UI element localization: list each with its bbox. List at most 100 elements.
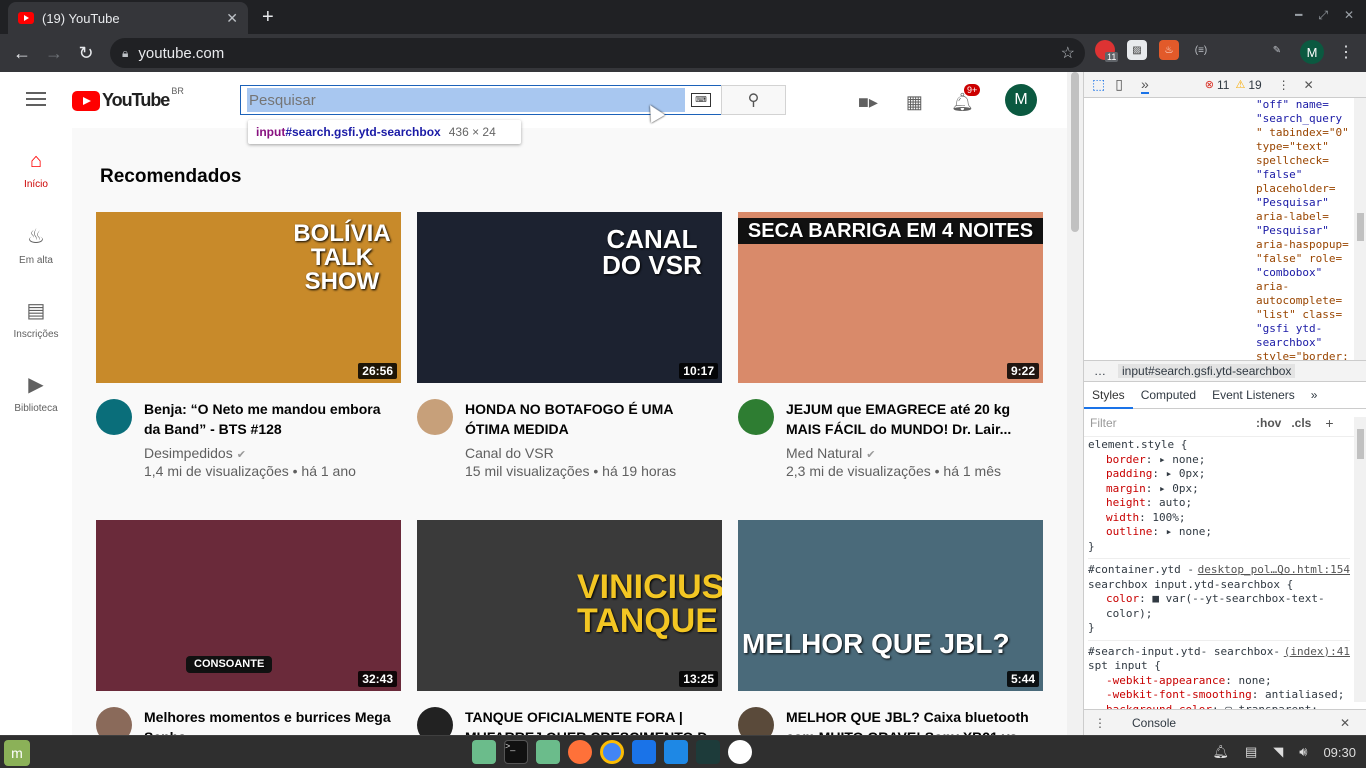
video-card[interactable]: BOLÍVIA TALK SHOW 26:56 Benja: “O Neto me … bbox=[96, 212, 401, 479]
channel-name[interactable]: Desimpedidos ✔ bbox=[144, 445, 246, 461]
device-toggle-icon[interactable]: ▯ bbox=[1115, 76, 1123, 93]
style-property[interactable]: -webkit-appearance: none; bbox=[1088, 674, 1350, 689]
source-line[interactable]: type="text" bbox=[1256, 140, 1352, 154]
source-line[interactable]: "off" name= bbox=[1256, 98, 1352, 112]
cls-toggle[interactable]: .cls bbox=[1291, 416, 1311, 430]
video-title[interactable]: JEJUM que EMAGRECE até 20 kg MAIS FÁCIL … bbox=[786, 399, 1041, 439]
more-tabs-icon[interactable]: » bbox=[1140, 76, 1149, 94]
video-card[interactable]: MELHOR QUE JBL? 5:44 MELHOR QUE JBL? Caixa… bbox=[738, 520, 1043, 735]
filter-input[interactable]: Filter bbox=[1090, 416, 1250, 430]
rule-source-link[interactable]: desktop_pol…Qo.html:154 bbox=[1198, 563, 1350, 578]
keyboard-icon[interactable]: ⌨ bbox=[691, 93, 711, 107]
create-video-icon[interactable]: ■▸ bbox=[858, 92, 878, 113]
search-input[interactable] bbox=[247, 88, 685, 112]
sidebar-item-inscricoes[interactable]: ▤ Inscrições bbox=[0, 298, 72, 340]
clock[interactable]: 09:30 bbox=[1323, 745, 1356, 760]
source-line[interactable]: " tabindex="0" bbox=[1256, 126, 1352, 140]
style-property[interactable]: margin: ▸ 0px; bbox=[1088, 482, 1350, 497]
bluetooth-icon[interactable] bbox=[632, 740, 656, 764]
extension-image-icon[interactable]: ▨ bbox=[1127, 40, 1147, 60]
tab-youtube[interactable]: (19) YouTube ✕ bbox=[8, 2, 248, 34]
youtube-logo[interactable]: YouTube BR bbox=[72, 86, 184, 111]
minimize-icon[interactable]: ━ bbox=[1295, 8, 1302, 23]
files-icon[interactable] bbox=[472, 740, 496, 764]
sidebar-item-biblioteca[interactable]: ▶ Biblioteca bbox=[0, 372, 72, 414]
video-card[interactable]: CONSOANTE 32:43 Melhores momentos e burric… bbox=[96, 520, 401, 735]
network-icon[interactable]: ◥ bbox=[1273, 744, 1283, 760]
devtools-menu-icon[interactable]: ⋮ bbox=[1278, 78, 1290, 92]
video-title[interactable]: Benja: “O Neto me mandou embora da Band”… bbox=[144, 399, 399, 439]
source-line[interactable]: style="border: bbox=[1256, 350, 1352, 360]
style-property[interactable]: -webkit-font-smoothing: antialiased; bbox=[1088, 688, 1350, 703]
channel-name[interactable]: Canal do VSR bbox=[465, 445, 554, 461]
drawer-menu-icon[interactable]: ⋮ bbox=[1094, 716, 1106, 730]
extension-1[interactable]: 11 bbox=[1095, 40, 1119, 62]
video-card[interactable]: CANAL DO VSR 10:17 HONDA NO BOTAFOGO É UMA… bbox=[417, 212, 722, 479]
style-property[interactable]: border: ▸ none; bbox=[1088, 453, 1350, 468]
hov-toggle[interactable]: :hov bbox=[1256, 416, 1281, 430]
address-bar[interactable]: 🔒︎ youtube.com ☆ bbox=[110, 38, 1085, 68]
video-thumbnail[interactable]: VINICIUS TANQUE 13:25 bbox=[417, 520, 722, 691]
apps-grid-icon[interactable]: ▦ bbox=[906, 92, 923, 113]
account-avatar[interactable]: M bbox=[1005, 84, 1037, 116]
source-line[interactable]: searchbox" bbox=[1256, 336, 1352, 350]
style-property[interactable]: width: 100%; bbox=[1088, 511, 1350, 526]
clipboard-icon[interactable]: ▤ bbox=[1245, 744, 1257, 760]
video-title[interactable]: MELHOR QUE JBL? Caixa bluetooth com MUIT… bbox=[786, 707, 1041, 735]
vscode-icon[interactable] bbox=[664, 740, 688, 764]
sidebar-item-inicio[interactable]: ⌂ Início bbox=[0, 150, 72, 190]
video-title[interactable]: Melhores momentos e burrices Mega Senha bbox=[144, 707, 399, 735]
search-button[interactable]: ⚲ bbox=[721, 85, 786, 115]
video-title[interactable]: TANQUE OFICIALMENTE FORA | MUFARREJ QUER… bbox=[465, 707, 720, 735]
tab-event-listeners[interactable]: Event Listeners bbox=[1204, 382, 1303, 409]
channel-avatar[interactable] bbox=[417, 707, 453, 735]
profile-avatar[interactable]: M bbox=[1300, 40, 1324, 64]
source-line[interactable]: aria-label= bbox=[1256, 210, 1352, 224]
channel-avatar[interactable] bbox=[96, 707, 132, 735]
sidebar-item-em-alta[interactable]: ♨ Em alta bbox=[0, 224, 72, 266]
drawer-close-icon[interactable]: ✕ bbox=[1340, 716, 1350, 730]
video-thumbnail[interactable]: CONSOANTE 32:43 bbox=[96, 520, 401, 691]
source-line[interactable]: "combobox" bbox=[1256, 266, 1352, 280]
menu-icon[interactable] bbox=[26, 92, 46, 110]
app-icon[interactable] bbox=[696, 740, 720, 764]
tab-styles[interactable]: Styles bbox=[1084, 382, 1133, 409]
page-scrollbar[interactable] bbox=[1067, 72, 1083, 735]
warning-count[interactable]: 19 bbox=[1248, 78, 1261, 92]
restore-icon[interactable]: ⤢ bbox=[1318, 8, 1328, 23]
source-scrollbar[interactable] bbox=[1354, 98, 1366, 360]
video-thumbnail[interactable]: SECA BARRIGA EM 4 NOITES 9:22 bbox=[738, 212, 1043, 383]
more-subtabs-icon[interactable]: » bbox=[1303, 382, 1326, 409]
volume-icon[interactable]: 🔊︎ bbox=[1299, 744, 1307, 760]
notifications-icon[interactable]: 🔔︎ bbox=[1212, 744, 1229, 760]
source-line[interactable]: "false" bbox=[1256, 168, 1352, 182]
source-line[interactable]: "search_query bbox=[1256, 112, 1352, 126]
close-window-icon[interactable]: ✕ bbox=[1344, 8, 1354, 23]
style-property[interactable]: outline: ▸ none; bbox=[1088, 525, 1350, 540]
video-title[interactable]: HONDA NO BOTAFOGO É UMA ÓTIMA MEDIDA bbox=[465, 399, 720, 439]
style-property[interactable]: height: auto; bbox=[1088, 496, 1350, 511]
source-line[interactable]: aria-haspopup= bbox=[1256, 238, 1352, 252]
mint-menu-icon[interactable]: m bbox=[4, 740, 30, 766]
breadcrumb-element[interactable]: input#search.gsfi.ytd-searchbox bbox=[1118, 364, 1296, 378]
source-line[interactable]: "gsfi ytd- bbox=[1256, 322, 1352, 336]
style-property[interactable]: color: ■ var(--yt-searchbox-text-color); bbox=[1088, 592, 1350, 621]
error-count[interactable]: 11 bbox=[1217, 78, 1229, 92]
folder-icon[interactable] bbox=[536, 740, 560, 764]
video-thumbnail[interactable]: MELHOR QUE JBL? 5:44 bbox=[738, 520, 1043, 691]
rule-selector[interactable]: element.style { bbox=[1088, 438, 1350, 453]
source-line[interactable]: "Pesquisar" bbox=[1256, 196, 1352, 210]
devtools-close-icon[interactable]: ✕ bbox=[1304, 78, 1314, 92]
console-tab[interactable]: Console bbox=[1124, 716, 1184, 730]
firefox-icon[interactable] bbox=[568, 740, 592, 764]
source-line[interactable]: "Pesquisar" bbox=[1256, 224, 1352, 238]
source-line[interactable]: "list" class= bbox=[1256, 308, 1352, 322]
source-line[interactable]: aria- bbox=[1256, 280, 1352, 294]
channel-avatar[interactable] bbox=[417, 399, 453, 435]
source-line[interactable]: "false" role= bbox=[1256, 252, 1352, 266]
channel-avatar[interactable] bbox=[738, 399, 774, 435]
lock-icon[interactable]: 🔒︎ bbox=[122, 46, 128, 61]
browser-menu-icon[interactable]: ⋮ bbox=[1338, 42, 1354, 62]
extension-brackets-icon[interactable]: (≡) bbox=[1191, 40, 1211, 60]
extension-fire-icon[interactable]: ♨ bbox=[1159, 40, 1179, 60]
